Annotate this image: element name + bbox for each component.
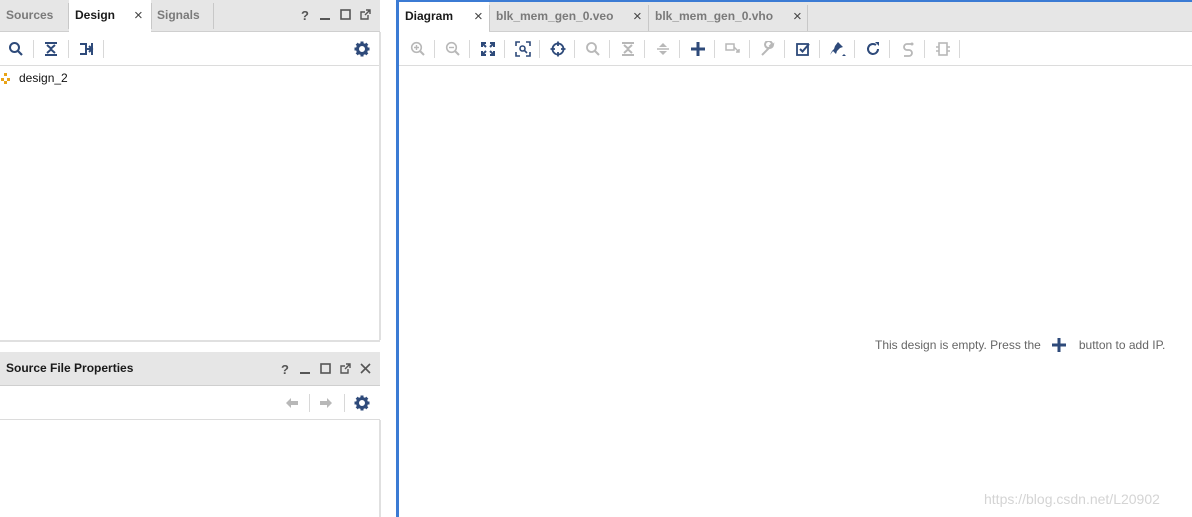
empty-design-message: This design is empty. Press the button t… [875, 335, 1165, 355]
tree-item-label: design_2 [19, 71, 68, 85]
tab-diagram-label: Diagram [405, 9, 454, 23]
toolbar-separator [749, 40, 750, 58]
toolbar-separator [679, 40, 680, 58]
panel-border [379, 32, 381, 340]
toolbar-separator [344, 394, 345, 412]
toolbar-separator [539, 40, 540, 58]
zoom-out-icon[interactable] [443, 39, 463, 59]
close-icon[interactable] [357, 354, 373, 385]
toolbar-separator [784, 40, 785, 58]
minimize-icon[interactable] [317, 0, 333, 31]
collapse-all-icon[interactable] [41, 39, 61, 59]
tab-veo-label: blk_mem_gen_0.veo [496, 9, 614, 23]
tab-separator [807, 5, 808, 31]
collapse-all-icon[interactable] [618, 39, 638, 59]
zoom-in-icon[interactable] [408, 39, 428, 59]
design-tab-bar: Sources Design × Signals ? [0, 0, 380, 32]
close-veo-tab-icon[interactable]: × [633, 2, 642, 31]
toolbar-separator [854, 40, 855, 58]
search-icon[interactable] [583, 39, 603, 59]
close-diagram-tab-icon[interactable]: × [474, 2, 483, 31]
toolbar-separator [714, 40, 715, 58]
properties-title: Source File Properties [6, 361, 134, 375]
maximize-icon[interactable] [337, 0, 353, 31]
toolbar-separator [33, 40, 34, 58]
toolbar-separator [574, 40, 575, 58]
crosshair-icon[interactable] [548, 39, 568, 59]
empty-message-suffix: button to add IP. [1078, 338, 1166, 352]
help-icon[interactable]: ? [297, 0, 313, 31]
minimize-icon[interactable] [297, 354, 313, 385]
design-toolbar [0, 32, 380, 66]
toolbar-separator [889, 40, 890, 58]
watermark: https://blog.csdn.net/L20902 [984, 491, 1160, 507]
toolbar-separator [504, 40, 505, 58]
tab-vho-file[interactable]: blk_mem_gen_0.vho [649, 2, 807, 31]
toolbar-separator [644, 40, 645, 58]
search-icon[interactable] [6, 39, 26, 59]
close-design-tab-icon[interactable]: × [134, 0, 143, 31]
panel-border [0, 340, 380, 342]
properties-toolbar [0, 386, 380, 420]
expand-all-icon[interactable] [653, 39, 673, 59]
help-icon[interactable]: ? [277, 354, 293, 385]
maximize-icon[interactable] [317, 354, 333, 385]
gear-icon[interactable] [352, 39, 372, 59]
back-arrow-icon[interactable] [282, 393, 302, 413]
hierarchy-icon [0, 72, 12, 84]
toolbar-separator [819, 40, 820, 58]
toolbar-separator [959, 40, 960, 58]
toolbar-separator [469, 40, 470, 58]
zoom-area-icon[interactable] [513, 39, 533, 59]
toolbar-separator [609, 40, 610, 58]
diagram-panel: Diagram × blk_mem_gen_0.veo × blk_mem_ge… [396, 0, 1192, 517]
tab-signals[interactable]: Signals [151, 0, 213, 31]
gear-icon[interactable] [352, 393, 372, 413]
design-panel: Sources Design × Signals ? design_2 Sour… [0, 0, 382, 517]
tab-vho-label: blk_mem_gen_0.vho [655, 9, 774, 23]
diagram-tab-bar: Diagram × blk_mem_gen_0.veo × blk_mem_ge… [399, 2, 1192, 32]
tab-sources[interactable]: Sources [0, 0, 68, 31]
wrench-icon[interactable] [758, 39, 778, 59]
toolbar-separator [309, 394, 310, 412]
validate-design-icon[interactable] [793, 39, 813, 59]
tab-veo-file[interactable]: blk_mem_gen_0.veo [490, 2, 648, 31]
properties-header: Source File Properties ? [0, 352, 380, 386]
forward-arrow-icon[interactable] [316, 393, 336, 413]
expand-all-icon[interactable] [76, 39, 96, 59]
tree-item-design[interactable]: design_2 [0, 70, 68, 86]
create-port-icon[interactable] [933, 39, 953, 59]
tab-separator [213, 3, 214, 29]
toolbar-separator [68, 40, 69, 58]
zoom-fit-icon[interactable] [478, 39, 498, 59]
add-ip-icon[interactable] [688, 39, 708, 59]
refresh-icon[interactable] [863, 39, 883, 59]
panel-border [379, 420, 381, 517]
diagram-toolbar [399, 32, 1192, 66]
float-icon[interactable] [337, 354, 353, 385]
toolbar-separator [924, 40, 925, 58]
float-icon[interactable] [357, 0, 373, 31]
add-ip-inline-icon[interactable] [1051, 337, 1067, 353]
regenerate-layout-icon[interactable] [898, 39, 918, 59]
close-vho-tab-icon[interactable]: × [793, 2, 802, 31]
toolbar-separator [434, 40, 435, 58]
tab-design-label: Design [75, 8, 116, 22]
empty-message-prefix: This design is empty. Press the [875, 338, 1041, 352]
pin-icon[interactable] [828, 39, 848, 59]
toolbar-separator [103, 40, 104, 58]
make-connection-icon[interactable] [723, 39, 743, 59]
